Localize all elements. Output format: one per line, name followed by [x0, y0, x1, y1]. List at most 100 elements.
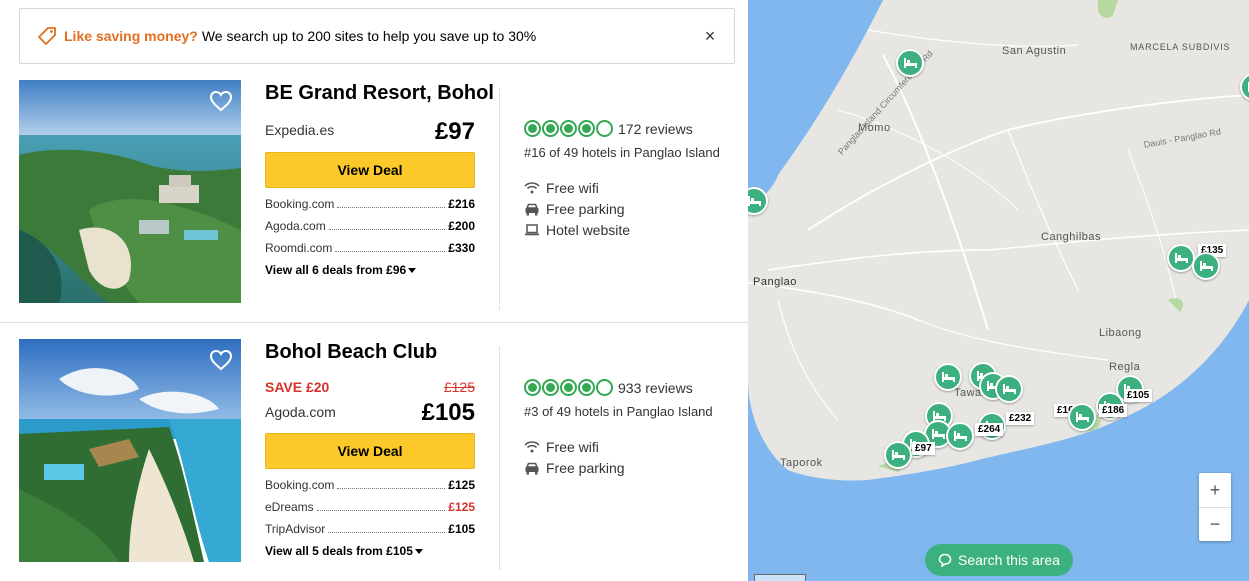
hotel-rank: #16 of 49 hotels in Panglao Island: [524, 145, 720, 160]
rating-bubble-icon: [560, 120, 577, 137]
review-count[interactable]: 933 reviews: [618, 380, 693, 396]
hotel-map-pin[interactable]: [1192, 252, 1220, 280]
rating-bubble-icon: [542, 379, 559, 396]
other-offer-row[interactable]: Booking.com £216: [265, 195, 475, 211]
savings-banner: Like saving money? We search up to 200 s…: [19, 8, 735, 64]
hotel-map-pin[interactable]: [934, 363, 962, 391]
hotel-photo[interactable]: [19, 80, 241, 303]
hotel-map-pin[interactable]: [1068, 403, 1096, 431]
car-icon: [524, 202, 540, 216]
map-price-label[interactable]: £97: [912, 442, 935, 455]
amenity: Free parking: [524, 460, 625, 476]
map-place-label: Panglao: [753, 276, 797, 288]
offer-provider: eDreams: [265, 500, 314, 514]
hotel-map-pin[interactable]: [1167, 244, 1195, 272]
wifi-icon: [524, 440, 540, 454]
map-base: [748, 0, 1249, 481]
wifi-icon: [524, 181, 540, 195]
offer-price: £105: [448, 522, 475, 536]
banner-text: We search up to 200 sites to help you sa…: [201, 28, 537, 44]
deal-price: £97: [434, 118, 475, 145]
rating-bubble-empty-icon: [596, 120, 613, 137]
view-deal-button[interactable]: View Deal: [265, 433, 475, 469]
deal-provider: Agoda.com: [265, 404, 336, 420]
offer-price: £125: [448, 478, 475, 492]
rating-bubble-icon: [542, 120, 559, 137]
map-place-label: Taporok: [780, 457, 823, 469]
amenity: Free parking: [524, 201, 625, 217]
amenity: Free wifi: [524, 439, 599, 455]
map[interactable]: San Agustin MARCELA SUBDIVIS Momo Canghi…: [748, 0, 1249, 581]
offer-provider: Booking.com: [265, 478, 335, 492]
hotel-photo[interactable]: [19, 339, 241, 562]
map-price-label[interactable]: £264: [975, 423, 1004, 436]
map-place-label: Libaong: [1099, 327, 1142, 339]
hotel-results-list: Like saving money? We search up to 200 s…: [0, 0, 748, 581]
map-place-label: MARCELA SUBDIVIS: [1130, 42, 1231, 52]
offer-price: £330: [448, 241, 475, 255]
other-offer-row[interactable]: Agoda.com £200: [265, 217, 475, 233]
offer-provider: TripAdvisor: [265, 522, 326, 536]
favorite-heart-icon[interactable]: [209, 349, 233, 371]
hotel-card[interactable]: BE Grand Resort, Bohol Expedia.es £97 Vi…: [0, 80, 748, 323]
zoom-in-button[interactable]: +: [1199, 473, 1231, 507]
hotel-map-pin[interactable]: [884, 441, 912, 469]
car-icon: [524, 461, 540, 475]
rating-bubble-icon: [578, 120, 595, 137]
offer-provider: Roomdi.com: [265, 241, 333, 255]
deal-provider: Expedia.es: [265, 122, 335, 138]
laptop-icon: [524, 223, 540, 237]
rating[interactable]: 172 reviews: [524, 120, 693, 137]
price-tag-icon: [36, 25, 58, 47]
hotel-name[interactable]: BE Grand Resort, Bohol: [265, 82, 494, 105]
map-scale-bar: [754, 574, 806, 581]
divider: [499, 88, 500, 310]
map-price-label[interactable]: £186: [1099, 404, 1128, 417]
divider: [499, 347, 500, 569]
view-all-deals-link[interactable]: View all 5 deals from £105: [265, 544, 423, 558]
zoom-control: + −: [1199, 473, 1231, 541]
rating-bubble-icon: [560, 379, 577, 396]
other-offer-row[interactable]: TripAdvisor £105: [265, 520, 475, 536]
rating-bubble-icon: [578, 379, 595, 396]
deal-price: £105: [421, 399, 475, 426]
other-offer-row[interactable]: Roomdi.com £330: [265, 239, 475, 255]
hotel-map-pin[interactable]: [896, 49, 924, 77]
offer-price: £125: [448, 500, 475, 514]
rating-bubble-empty-icon: [596, 379, 613, 396]
zoom-out-button[interactable]: −: [1199, 507, 1231, 541]
chat-bubble-icon: [938, 553, 952, 567]
caret-down-icon: [408, 268, 417, 274]
view-all-deals-link[interactable]: View all 6 deals from £96: [265, 263, 417, 277]
hotel-map-pin[interactable]: [946, 422, 974, 450]
hotel-card[interactable]: Bohol Beach Club SAVE £20 £125 Agoda.com…: [0, 339, 748, 581]
caret-down-icon: [414, 549, 423, 555]
close-icon[interactable]: ×: [700, 26, 720, 46]
offer-price: £216: [448, 197, 475, 211]
view-deal-button[interactable]: View Deal: [265, 152, 475, 188]
old-price: £125: [443, 379, 475, 395]
hotel-name[interactable]: Bohol Beach Club: [265, 341, 437, 364]
offer-provider: Agoda.com: [265, 219, 326, 233]
offer-price: £200: [448, 219, 475, 233]
save-badge: SAVE £20: [265, 379, 330, 395]
offer-provider: Booking.com: [265, 197, 335, 211]
rating-bubble-icon: [524, 120, 541, 137]
favorite-heart-icon[interactable]: [209, 90, 233, 112]
map-price-label[interactable]: £232: [1006, 412, 1035, 425]
map-place-label: Canghilbas: [1041, 231, 1102, 243]
banner-highlight: Like saving money?: [64, 28, 198, 44]
hotel-map-pin[interactable]: [995, 375, 1023, 403]
other-offer-row[interactable]: eDreams £125: [265, 498, 475, 514]
amenity: Free wifi: [524, 180, 599, 196]
hotel-rank: #3 of 49 hotels in Panglao Island: [524, 404, 713, 419]
other-offer-row[interactable]: Booking.com £125: [265, 476, 475, 492]
review-count[interactable]: 172 reviews: [618, 121, 693, 137]
map-place-label: San Agustin: [1002, 45, 1067, 57]
rating[interactable]: 933 reviews: [524, 379, 693, 396]
rating-bubble-icon: [524, 379, 541, 396]
map-place-label: Regla: [1109, 361, 1141, 373]
search-this-area-button[interactable]: Search this area: [925, 544, 1073, 576]
amenity: Hotel website: [524, 222, 630, 238]
map-price-label[interactable]: £105: [1124, 389, 1153, 402]
